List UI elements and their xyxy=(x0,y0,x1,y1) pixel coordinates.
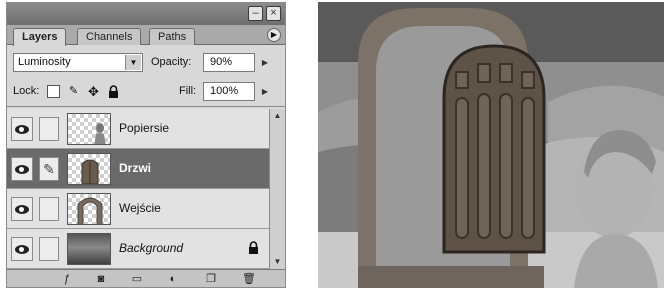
fill-label: Fill: xyxy=(179,85,197,97)
layer-row-background[interactable]: Background xyxy=(7,229,269,269)
visibility-eye-icon[interactable] xyxy=(11,157,33,181)
lock-paint-icon[interactable]: ✎ xyxy=(67,85,80,98)
scroll-up-icon[interactable]: ▲ xyxy=(270,109,285,123)
visibility-eye-icon[interactable] xyxy=(11,117,33,141)
layer-name: Drzwi xyxy=(119,161,152,175)
layer-list-scrollbar[interactable]: ▲ ▼ xyxy=(269,109,285,269)
blend-mode-value: Luminosity xyxy=(18,56,71,68)
layer-link-slot[interactable] xyxy=(39,237,59,261)
layer-name: Background xyxy=(119,241,184,255)
close-icon[interactable]: × xyxy=(266,6,281,21)
layer-list: Popiersie ✎ Drzwi Wejście Background xyxy=(7,109,269,269)
tab-layers[interactable]: Layers xyxy=(13,28,67,46)
document-canvas[interactable] xyxy=(318,2,664,288)
layer-name: Wejście xyxy=(119,201,161,215)
opacity-slider-arrow-icon[interactable]: ▶ xyxy=(257,53,273,72)
blend-opacity-row: Luminosity ▼ Opacity: 90% ▶ xyxy=(7,47,285,77)
adjustment-layer-icon[interactable]: ◐ xyxy=(165,272,181,286)
chevron-down-icon[interactable]: ▼ xyxy=(125,55,141,70)
tab-channels[interactable]: Channels xyxy=(77,28,142,45)
tab-paths[interactable]: Paths xyxy=(149,28,196,45)
trash-icon[interactable]: 🗑 xyxy=(241,272,257,286)
layer-row-popiersie[interactable]: Popiersie xyxy=(7,109,269,149)
panel-titlebar[interactable]: – × xyxy=(7,3,285,25)
lock-label: Lock: xyxy=(13,85,40,97)
layer-row-wejscie[interactable]: Wejście xyxy=(7,189,269,229)
new-group-icon[interactable]: ▭ xyxy=(129,272,145,286)
opacity-input[interactable]: 90% xyxy=(203,53,255,72)
opacity-label: Opacity: xyxy=(151,56,192,68)
composite-image xyxy=(318,2,664,288)
lock-all-icon[interactable] xyxy=(107,85,120,98)
visibility-eye-icon[interactable] xyxy=(11,237,33,261)
lock-icon xyxy=(248,241,259,254)
layers-panel: – × Layers Channels Paths ▶ Luminosity ▼… xyxy=(6,2,286,288)
panel-menu-arrow-icon[interactable]: ▶ xyxy=(267,28,281,42)
layer-thumbnail xyxy=(67,193,111,225)
paintbrush-icon[interactable]: ✎ xyxy=(39,157,59,181)
layer-thumbnail xyxy=(67,153,111,185)
new-layer-icon[interactable]: ❐ xyxy=(203,272,219,286)
minimize-icon[interactable]: – xyxy=(248,6,263,21)
panel-bottom-toolbar: ƒ ◙ ▭ ◐ ❐ 🗑 xyxy=(7,269,285,287)
layer-thumbnail xyxy=(67,233,111,265)
scroll-down-icon[interactable]: ▼ xyxy=(270,255,285,269)
lock-move-icon[interactable]: ✥ xyxy=(87,85,100,98)
layer-style-icon[interactable]: ƒ xyxy=(59,272,75,286)
layer-name: Popiersie xyxy=(119,121,170,135)
lock-transparent-icon[interactable] xyxy=(47,85,60,98)
visibility-eye-icon[interactable] xyxy=(11,197,33,221)
panel-tabs: Layers Channels Paths ▶ xyxy=(7,25,285,46)
layer-link-slot[interactable] xyxy=(39,197,59,221)
layer-row-drzwi[interactable]: ✎ Drzwi xyxy=(7,149,269,189)
layer-thumbnail xyxy=(67,113,111,145)
fill-slider-arrow-icon[interactable]: ▶ xyxy=(257,82,273,101)
layer-link-slot[interactable] xyxy=(39,117,59,141)
blend-mode-select[interactable]: Luminosity ▼ xyxy=(13,53,143,72)
lock-fill-row: Lock: ✎ ✥ Fill: 100% ▶ xyxy=(7,77,285,107)
fill-input[interactable]: 100% xyxy=(203,82,255,101)
layer-mask-icon[interactable]: ◙ xyxy=(93,272,109,286)
